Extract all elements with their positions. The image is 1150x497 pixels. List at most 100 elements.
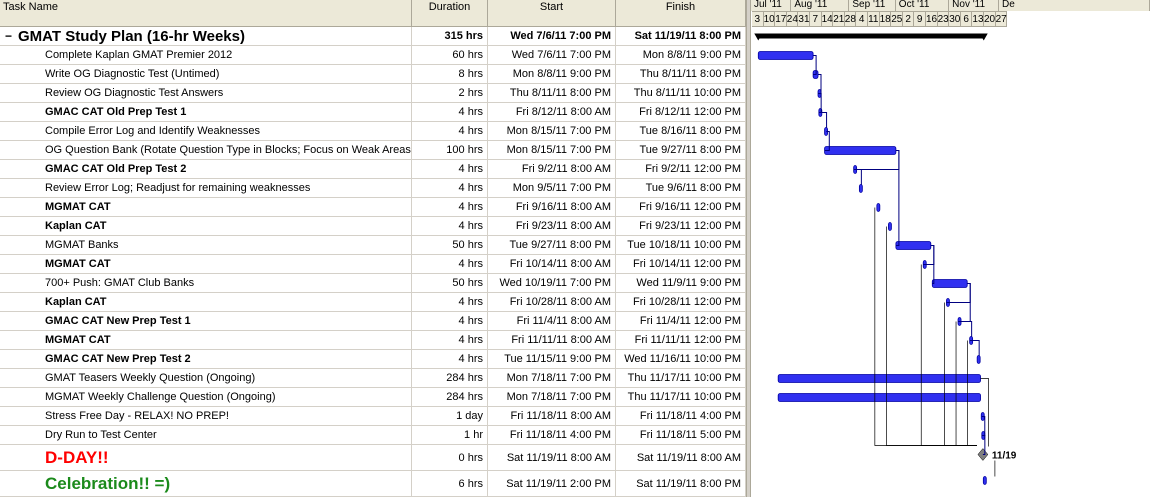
task-duration[interactable]: 1 day bbox=[412, 407, 488, 426]
task-duration[interactable]: 4 hrs bbox=[412, 103, 488, 122]
task-start[interactable]: Mon 8/15/11 7:00 PM bbox=[488, 141, 616, 160]
task-name-cell[interactable]: MGMAT Banks bbox=[0, 236, 412, 255]
task-start[interactable]: Tue 11/15/11 9:00 PM bbox=[488, 350, 616, 369]
task-finish[interactable]: Fri 10/14/11 12:00 PM bbox=[616, 255, 746, 274]
table-row[interactable]: GMAC CAT New Prep Test 2 4 hrs Tue 11/15/1… bbox=[0, 350, 746, 369]
task-finish[interactable]: Wed 11/9/11 9:00 PM bbox=[616, 274, 746, 293]
task-finish[interactable]: Thu 8/11/11 8:00 PM bbox=[616, 65, 746, 84]
table-row[interactable]: 700+ Push: GMAT Club Banks 50 hrs Wed 10/1… bbox=[0, 274, 746, 293]
table-row[interactable]: D-DAY!! 0 hrs Sat 11/19/11 8:00 AM Sat 11/1… bbox=[0, 445, 746, 471]
task-duration[interactable]: 4 hrs bbox=[412, 179, 488, 198]
task-duration[interactable]: 284 hrs bbox=[412, 369, 488, 388]
task-start[interactable]: Wed 7/6/11 7:00 PM bbox=[488, 27, 616, 46]
task-start[interactable]: Fri 11/11/11 8:00 AM bbox=[488, 331, 616, 350]
column-header-start[interactable]: Start bbox=[488, 0, 616, 27]
task-name-cell[interactable]: Celebration!! =) bbox=[0, 471, 412, 497]
task-duration[interactable]: 4 hrs bbox=[412, 312, 488, 331]
task-duration[interactable]: 4 hrs bbox=[412, 350, 488, 369]
table-row[interactable]: MGMAT CAT 4 hrs Fri 9/16/11 8:00 AM Fri 9/1… bbox=[0, 198, 746, 217]
task-start[interactable]: Fri 11/18/11 8:00 AM bbox=[488, 407, 616, 426]
task-start[interactable]: Fri 9/2/11 8:00 AM bbox=[488, 160, 616, 179]
task-finish[interactable]: Fri 9/16/11 12:00 PM bbox=[616, 198, 746, 217]
table-row[interactable]: GMAC CAT Old Prep Test 14 hrs Fri 8/12/11… bbox=[0, 103, 746, 122]
task-start[interactable]: Fri 11/18/11 4:00 PM bbox=[488, 426, 616, 445]
task-finish[interactable]: Fri 8/12/11 12:00 PM bbox=[616, 103, 746, 122]
task-start[interactable]: Wed 7/6/11 7:00 PM bbox=[488, 46, 616, 65]
task-start[interactable]: Mon 8/8/11 9:00 PM bbox=[488, 65, 616, 84]
task-finish[interactable]: Tue 9/27/11 8:00 PM bbox=[616, 141, 746, 160]
task-finish[interactable]: Thu 11/17/11 10:00 PM bbox=[616, 388, 746, 407]
table-row[interactable]: Review Error Log; Readjust for remaining… bbox=[0, 179, 746, 198]
task-start[interactable]: Tue 9/27/11 8:00 PM bbox=[488, 236, 616, 255]
table-row[interactable]: Write OG Diagnostic Test (Untimed) 8 hrs M… bbox=[0, 65, 746, 84]
table-row[interactable]: − GMAT Study Plan (16-hr Weeks) 315 hrs Wed… bbox=[0, 27, 746, 46]
task-duration[interactable]: 6 hrs bbox=[412, 471, 488, 497]
task-start[interactable]: Mon 9/5/11 7:00 PM bbox=[488, 179, 616, 198]
table-row[interactable]: GMAT Teasers Weekly Question (Ongoing) 28… bbox=[0, 369, 746, 388]
task-name-cell[interactable]: Write OG Diagnostic Test (Untimed) bbox=[0, 65, 412, 84]
task-finish[interactable]: Sat 11/19/11 8:00 PM bbox=[616, 27, 746, 46]
table-row[interactable]: Celebration!! =) 6 hrs Sat 11/19/11 2:00 P… bbox=[0, 471, 746, 497]
task-finish[interactable]: Thu 8/11/11 10:00 PM bbox=[616, 84, 746, 103]
column-header-task-name[interactable]: Task Name bbox=[0, 0, 412, 27]
task-name-cell[interactable]: GMAC CAT Old Prep Test 1 bbox=[0, 103, 412, 122]
task-duration[interactable]: 4 hrs bbox=[412, 198, 488, 217]
task-name-cell[interactable]: GMAC CAT Old Prep Test 2 bbox=[0, 160, 412, 179]
task-name-cell[interactable]: MGMAT CAT bbox=[0, 331, 412, 350]
table-row[interactable]: MGMAT CAT 4 hrs Fri 11/11/11 8:00 AM Fri 11… bbox=[0, 331, 746, 350]
table-row[interactable]: Review OG Diagnostic Test Answers 2 hrs Th… bbox=[0, 84, 746, 103]
task-start[interactable]: Thu 8/11/11 8:00 PM bbox=[488, 84, 616, 103]
task-duration[interactable]: 2 hrs bbox=[412, 84, 488, 103]
task-finish[interactable]: Tue 9/6/11 8:00 PM bbox=[616, 179, 746, 198]
table-row[interactable]: Complete Kaplan GMAT Premier 2012 60 hrs W… bbox=[0, 46, 746, 65]
task-duration[interactable]: 100 hrs bbox=[412, 141, 488, 160]
task-name-cell[interactable]: Dry Run to Test Center bbox=[0, 426, 412, 445]
task-finish[interactable]: Fri 9/2/11 12:00 PM bbox=[616, 160, 746, 179]
task-finish[interactable]: Fri 11/11/11 12:00 PM bbox=[616, 331, 746, 350]
task-name-cell[interactable]: 700+ Push: GMAT Club Banks bbox=[0, 274, 412, 293]
task-finish[interactable]: Tue 8/16/11 8:00 PM bbox=[616, 122, 746, 141]
task-name-cell[interactable]: Kaplan CAT bbox=[0, 293, 412, 312]
table-row[interactable]: Compile Error Log and Identify Weaknesse… bbox=[0, 122, 746, 141]
task-start[interactable]: Fri 9/23/11 8:00 AM bbox=[488, 217, 616, 236]
collapse-icon[interactable]: − bbox=[5, 27, 12, 46]
table-row[interactable]: Kaplan CAT 4 hrs Fri 10/28/11 8:00 AM Fri 1… bbox=[0, 293, 746, 312]
task-name-cell[interactable]: GMAC CAT New Prep Test 1 bbox=[0, 312, 412, 331]
task-name-cell[interactable]: MGMAT Weekly Challenge Question (Ongoing… bbox=[0, 388, 412, 407]
table-row[interactable]: Kaplan CAT 4 hrs Fri 9/23/11 8:00 AM Fri 9/… bbox=[0, 217, 746, 236]
task-start[interactable]: Mon 7/18/11 7:00 PM bbox=[488, 388, 616, 407]
task-name-cell[interactable]: Review OG Diagnostic Test Answers bbox=[0, 84, 412, 103]
task-start[interactable]: Mon 7/18/11 7:00 PM bbox=[488, 369, 616, 388]
column-header-finish[interactable]: Finish bbox=[616, 0, 746, 27]
task-start[interactable]: Fri 8/12/11 8:00 AM bbox=[488, 103, 616, 122]
task-name-cell[interactable]: Complete Kaplan GMAT Premier 2012 bbox=[0, 46, 412, 65]
table-row[interactable]: Dry Run to Test Center 1 hr Fri 11/18/11 4… bbox=[0, 426, 746, 445]
task-name-cell[interactable]: GMAT Teasers Weekly Question (Ongoing) bbox=[0, 369, 412, 388]
table-row[interactable]: GMAC CAT New Prep Test 14 hrs Fri 11/4/11… bbox=[0, 312, 746, 331]
task-start[interactable]: Wed 10/19/11 7:00 PM bbox=[488, 274, 616, 293]
table-row[interactable]: GMAC CAT Old Prep Test 24 hrs Fri 9/2/11 … bbox=[0, 160, 746, 179]
task-start[interactable]: Fri 10/14/11 8:00 AM bbox=[488, 255, 616, 274]
task-finish[interactable]: Mon 8/8/11 9:00 PM bbox=[616, 46, 746, 65]
task-start[interactable]: Sat 11/19/11 2:00 PM bbox=[488, 471, 616, 497]
task-name-cell[interactable]: Kaplan CAT bbox=[0, 217, 412, 236]
task-duration[interactable]: 50 hrs bbox=[412, 274, 488, 293]
task-finish[interactable]: Fri 11/18/11 4:00 PM bbox=[616, 407, 746, 426]
task-name-cell[interactable]: MGMAT CAT bbox=[0, 198, 412, 217]
task-duration[interactable]: 0 hrs bbox=[412, 445, 488, 471]
task-start[interactable]: Fri 10/28/11 8:00 AM bbox=[488, 293, 616, 312]
task-finish[interactable]: Tue 10/18/11 10:00 PM bbox=[616, 236, 746, 255]
column-header-duration[interactable]: Duration bbox=[412, 0, 488, 27]
task-start[interactable]: Fri 9/16/11 8:00 AM bbox=[488, 198, 616, 217]
task-finish[interactable]: Sat 11/19/11 8:00 PM bbox=[616, 471, 746, 497]
task-name-cell[interactable]: OG Question Bank (Rotate Question Type i… bbox=[0, 141, 412, 160]
task-finish[interactable]: Fri 11/4/11 12:00 PM bbox=[616, 312, 746, 331]
table-row[interactable]: MGMAT Banks 50 hrs Tue 9/27/11 8:00 PM Tue … bbox=[0, 236, 746, 255]
task-finish[interactable]: Fri 10/28/11 12:00 PM bbox=[616, 293, 746, 312]
table-row[interactable]: Stress Free Day - RELAX! NO PREP! 1 day Fr… bbox=[0, 407, 746, 426]
task-name-cell[interactable]: Stress Free Day - RELAX! NO PREP! bbox=[0, 407, 412, 426]
task-start[interactable]: Fri 11/4/11 8:00 AM bbox=[488, 312, 616, 331]
task-name-cell[interactable]: D-DAY!! bbox=[0, 445, 412, 471]
task-duration[interactable]: 8 hrs bbox=[412, 65, 488, 84]
table-row[interactable]: MGMAT Weekly Challenge Question (Ongoing… bbox=[0, 388, 746, 407]
